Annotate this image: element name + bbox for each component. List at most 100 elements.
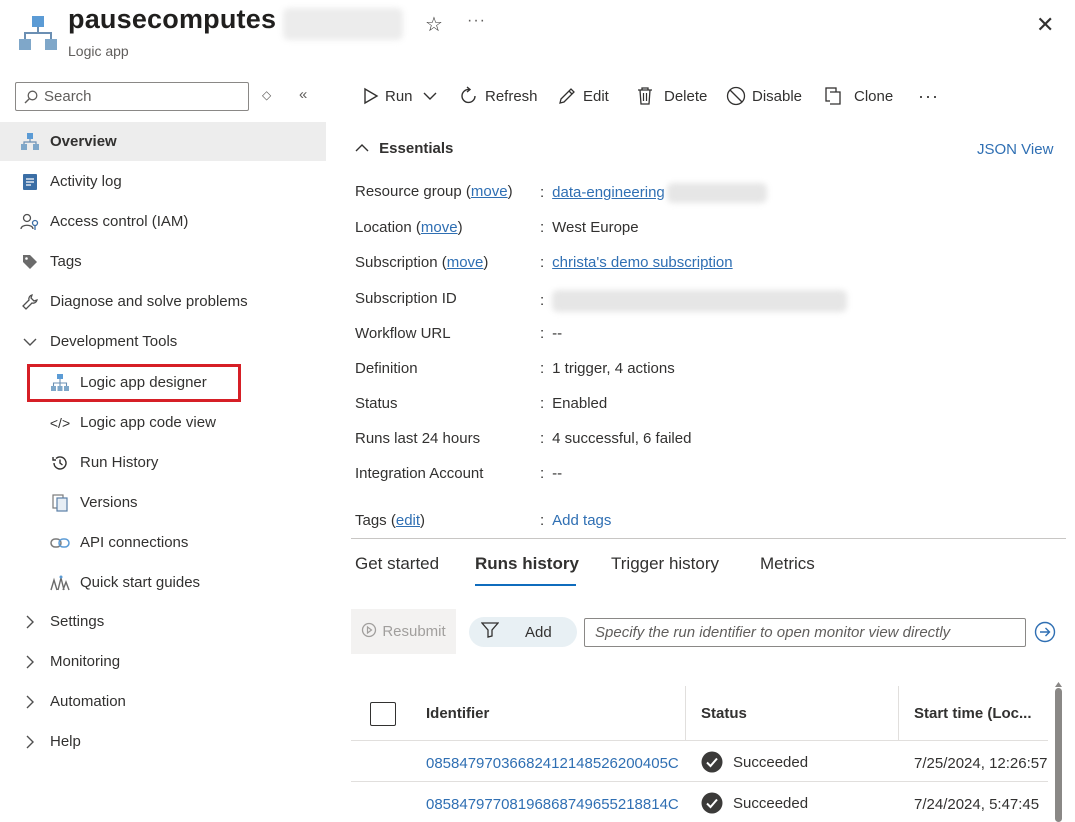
edit-button[interactable]: Edit <box>557 84 609 108</box>
wrench-icon <box>20 292 40 312</box>
sort-icon[interactable]: ◇ <box>262 88 271 102</box>
resubmit-label: Resubmit <box>382 623 446 640</box>
sidebar-item-label: Monitoring <box>50 653 121 670</box>
integration-account-label: Integration Account <box>355 465 484 482</box>
integration-account-value: : -- <box>540 465 563 482</box>
scrollbar-thumb[interactable] <box>1055 688 1062 822</box>
sidebar-item-label: Tags <box>50 253 82 270</box>
sidebar-item-tags[interactable]: Tags <box>0 242 326 281</box>
sidebar-item-versions[interactable]: Versions <box>0 483 326 522</box>
sidebar-search-input[interactable]: Search <box>15 82 249 111</box>
workflow-url-label: Workflow URL <box>355 325 451 342</box>
activity-log-icon <box>20 172 40 192</box>
chevron-right-icon <box>20 732 40 752</box>
history-icon <box>50 453 70 473</box>
json-view-link[interactable]: JSON View <box>977 141 1053 158</box>
sidebar-item-iam[interactable]: Access control (IAM) <box>0 202 326 241</box>
resource-icon <box>18 14 58 58</box>
more-actions-button[interactable]: ··· <box>467 12 486 30</box>
clone-button[interactable]: Clone <box>824 84 893 108</box>
subscription-link[interactable]: christa's demo subscription <box>552 254 732 271</box>
subscription-id-label: Subscription ID <box>355 290 457 307</box>
add-tags-link[interactable]: Add tags <box>552 512 611 529</box>
divider <box>351 740 1048 741</box>
column-header-status[interactable]: Status <box>701 705 747 722</box>
sidebar-group-automation[interactable]: Automation <box>0 682 326 721</box>
chevron-down-icon[interactable] <box>423 88 437 105</box>
sidebar-item-label: Automation <box>50 693 126 710</box>
edit-tags-link[interactable]: edit <box>396 512 420 529</box>
resource-type: Logic app <box>68 43 129 59</box>
essentials-title: Essentials <box>379 140 454 157</box>
column-header-identifier[interactable]: Identifier <box>426 705 489 722</box>
subscription-id-value: : <box>540 290 848 312</box>
tab-runs-history[interactable]: Runs history <box>475 554 579 574</box>
sidebar-item-quick-start[interactable]: Quick start guides <box>0 563 326 602</box>
run-status: Succeeded <box>701 792 808 814</box>
sidebar-item-label: Settings <box>50 613 105 630</box>
sidebar-item-label: Activity log <box>50 173 122 190</box>
run-start-time: 7/25/2024, 12:26:57 <box>914 755 1048 772</box>
sidebar-item-label: Overview <box>50 133 117 150</box>
column-separator[interactable] <box>685 686 686 740</box>
page-title: pausecomputes <box>68 4 277 34</box>
run-id-link[interactable]: 08584797708196868749655218814C <box>426 796 686 813</box>
versions-icon <box>50 493 70 513</box>
refresh-icon <box>459 86 479 106</box>
collapse-sidebar-icon[interactable]: « <box>299 86 307 103</box>
sidebar-group-development-tools[interactable]: Development Tools <box>0 322 326 361</box>
filter-icon <box>480 622 500 642</box>
chevron-right-icon <box>20 612 40 632</box>
resource-group-link[interactable]: data-engineering <box>552 184 665 201</box>
refresh-button[interactable]: Refresh <box>459 84 538 108</box>
essentials-toggle[interactable]: Essentials <box>355 140 453 157</box>
sidebar-item-label: Access control (IAM) <box>50 213 189 230</box>
sidebar-group-help[interactable]: Help <box>0 722 326 761</box>
more-commands-button[interactable]: ··· <box>918 84 939 108</box>
column-separator[interactable] <box>898 686 899 740</box>
search-icon <box>24 90 38 103</box>
resubmit-button[interactable]: Resubmit <box>351 609 456 654</box>
resource-group-value: : data-engineering <box>540 183 767 203</box>
sidebar-group-monitoring[interactable]: Monitoring <box>0 642 326 681</box>
chevron-down-icon <box>20 332 40 352</box>
divider <box>351 781 1048 782</box>
definition-label: Definition <box>355 360 418 377</box>
logic-app-icon <box>20 132 40 152</box>
trash-icon <box>636 86 654 106</box>
tab-metrics[interactable]: Metrics <box>760 554 815 574</box>
tag-icon <box>20 252 40 272</box>
runs-last-24h-value: :4 successful, 6 failed <box>540 430 692 447</box>
status-value: : Enabled <box>540 395 608 412</box>
sidebar-group-settings[interactable]: Settings <box>0 602 326 641</box>
move-link[interactable]: move <box>421 219 458 236</box>
select-all-checkbox[interactable] <box>370 702 396 726</box>
tags-label: Tags (edit) <box>355 512 426 529</box>
redacted-text <box>552 290 848 312</box>
column-header-start-time[interactable]: Start time (Loc... <box>914 705 1048 722</box>
add-filter-button[interactable]: Add <box>469 617 577 647</box>
delete-button[interactable]: Delete <box>636 84 707 108</box>
run-identifier-input[interactable] <box>584 618 1026 647</box>
tab-trigger-history[interactable]: Trigger history <box>611 554 719 574</box>
sidebar-item-overview[interactable]: Overview <box>0 122 326 161</box>
move-link[interactable]: move <box>447 254 484 271</box>
subscription-value: : christa's demo subscription <box>540 254 733 271</box>
sidebar-item-run-history[interactable]: Run History <box>0 443 326 482</box>
close-icon[interactable]: ✕ <box>1036 12 1054 38</box>
runs-last-24h-label: Runs last 24 hours <box>355 430 481 447</box>
go-arrow-icon[interactable] <box>1034 621 1056 647</box>
clone-icon <box>824 86 844 106</box>
star-icon[interactable]: ☆ <box>425 12 443 37</box>
disable-button[interactable]: Disable <box>726 84 802 108</box>
sidebar-item-code-view[interactable]: </> Logic app code view <box>0 403 326 442</box>
refresh-label: Refresh <box>485 87 538 105</box>
run-button[interactable]: Run <box>363 84 437 108</box>
sidebar-item-diagnose[interactable]: Diagnose and solve problems <box>0 282 326 321</box>
run-id-link[interactable]: 08584797036682412148526200405C <box>426 755 686 772</box>
sidebar-item-activity-log[interactable]: Activity log <box>0 162 326 201</box>
active-tab-indicator <box>475 584 576 586</box>
tab-get-started[interactable]: Get started <box>355 554 439 574</box>
move-link[interactable]: move <box>471 183 508 200</box>
sidebar-item-api-connections[interactable]: API connections <box>0 523 326 562</box>
